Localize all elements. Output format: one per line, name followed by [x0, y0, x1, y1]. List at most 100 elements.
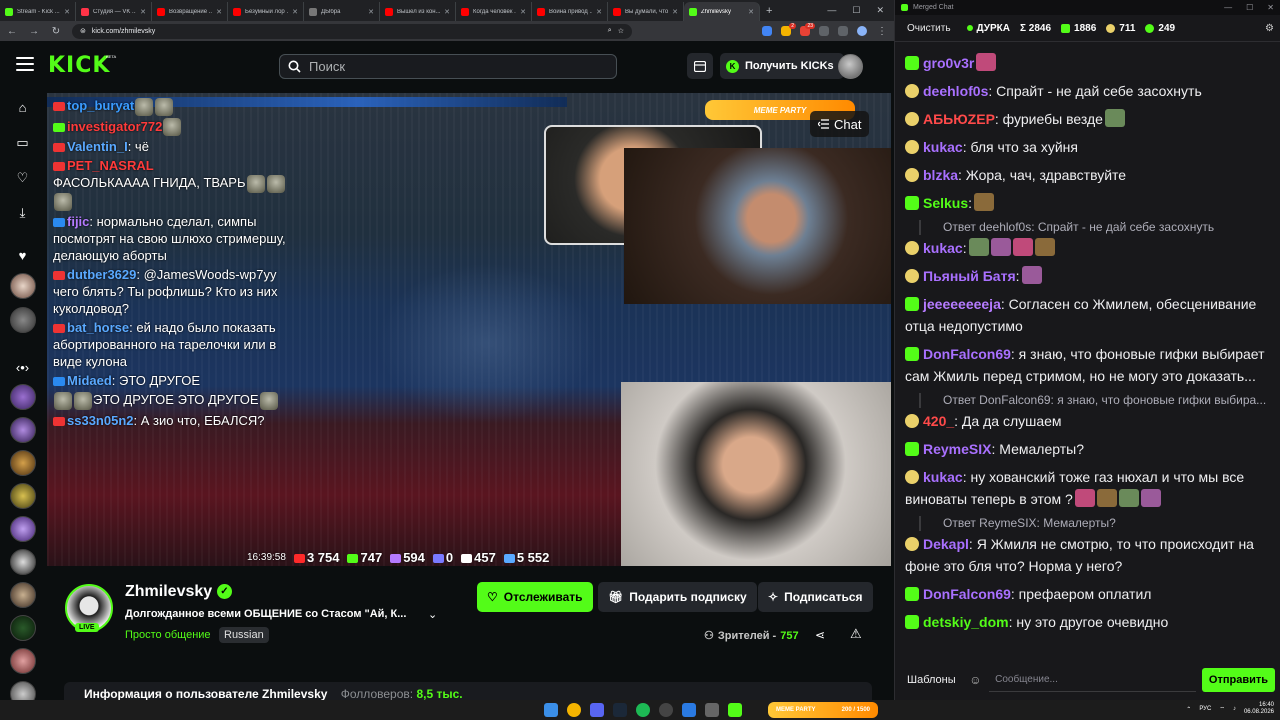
chevron-down-icon[interactable]: ⌄	[428, 608, 437, 621]
chat-toggle-button[interactable]: Chat	[810, 111, 870, 137]
chat-username[interactable]: Selkus	[923, 195, 968, 211]
chat-message[interactable]: Пьяный Батя:	[905, 265, 1271, 287]
close-tab-icon[interactable]: ✕	[672, 8, 678, 16]
close-tab-icon[interactable]: ✕	[748, 8, 754, 16]
chat-username[interactable]: blzka	[923, 167, 958, 183]
chat-username[interactable]: Пьяный Батя	[923, 268, 1016, 284]
taskbar-clock[interactable]: 16:40 06.08.2026	[1244, 702, 1274, 716]
channel-avatar[interactable]	[10, 450, 36, 476]
maximize-icon[interactable]: ☐	[852, 5, 860, 16]
chat-message[interactable]: kukac: бля что за хуйня	[905, 136, 1271, 158]
forward-icon[interactable]: →	[28, 26, 40, 37]
spotify-icon[interactable]	[636, 703, 650, 717]
profile-icon[interactable]	[857, 26, 867, 36]
user-avatar[interactable]	[838, 54, 863, 79]
followed-channel-avatar[interactable]	[10, 307, 36, 333]
browser-tab[interactable]: ДЫбра ✕	[304, 2, 380, 21]
chat-message[interactable]: Dekapl: Я Жмиля не смотрю, то что происх…	[905, 533, 1271, 577]
channel-avatar[interactable]	[10, 384, 36, 410]
stream-video-player[interactable]: top_buryat investigator772 Valentin_I: ч…	[47, 93, 891, 566]
followed-heart-icon[interactable]: ♥	[14, 247, 31, 264]
message-input[interactable]	[989, 667, 1196, 692]
extension-icon[interactable]: 2	[781, 23, 796, 36]
address-bar[interactable]: ⊜ kick.com/zhmilevsky ⌕ ☆	[72, 23, 632, 39]
chat-message[interactable]: kukac: ну хованский тоже газ нюхал и что…	[905, 466, 1271, 510]
telegram-icon[interactable]	[682, 703, 696, 717]
channel-avatar[interactable]	[10, 516, 36, 542]
get-kicks-button[interactable]: K Получить KICKs	[720, 53, 844, 79]
browser-tab[interactable]: Вы думали, что ...✕	[608, 2, 684, 21]
close-tab-icon[interactable]: ✕	[444, 8, 450, 16]
chat-username[interactable]: deehlof0s	[923, 83, 988, 99]
emoji-icon[interactable]: ☺	[968, 672, 983, 688]
new-tab-button[interactable]: +	[760, 5, 778, 17]
reload-icon[interactable]: ↻	[50, 26, 62, 37]
chat-message[interactable]: kukac:	[905, 237, 1271, 259]
chat-message[interactable]: deehlof0s: Спрайт - не дай себе засохнут…	[905, 80, 1271, 102]
browser-menu-icon[interactable]: ⋮	[876, 26, 888, 37]
browser-tab[interactable]: Безумный лор ... ✕	[228, 2, 304, 21]
chat-message[interactable]: ReymeSIX: Мемалерты?	[905, 438, 1271, 460]
kick-logo[interactable]: KICK	[48, 53, 110, 78]
browse-icon[interactable]: ▭	[14, 134, 31, 151]
followed-channel-avatar[interactable]	[10, 273, 36, 299]
search-box[interactable]: Поиск	[279, 54, 617, 79]
site-info-icon[interactable]: ⊜	[80, 27, 86, 35]
follow-button[interactable]: ♡ Отслеживать	[477, 582, 593, 612]
chat-message[interactable]: АБЬЮZЕР: фуриебы везде	[905, 108, 1271, 130]
chat-message[interactable]: Selkus:	[905, 192, 1271, 214]
chat-username[interactable]: jeeeeeeeeja	[923, 296, 1001, 312]
maximize-icon[interactable]: ☐	[1246, 3, 1253, 12]
library-button[interactable]	[687, 53, 713, 79]
chat-message[interactable]: DonFalcon69: я знаю, что фоновые гифки в…	[905, 343, 1271, 387]
chat-message[interactable]: blzka: Жора, чач, здравствуйте	[905, 164, 1271, 186]
stream-category[interactable]: Просто общение	[125, 629, 211, 641]
browser-tab[interactable]: Stream - Kick ... ✕	[0, 2, 76, 21]
browser-tab[interactable]: Zhmilevsky ✕	[684, 2, 760, 21]
chat-username[interactable]: ReymeSIX	[923, 441, 991, 457]
gear-icon[interactable]: ⚙	[1265, 23, 1274, 34]
subscribe-button[interactable]: ✧ Подписаться	[758, 582, 873, 612]
browser-tab[interactable]: Возвращение ... ✕	[152, 2, 228, 21]
chat-message[interactable]: gro0v3r	[905, 52, 1271, 74]
channel-name[interactable]: Zhmilevsky	[125, 583, 212, 601]
zoom-icon[interactable]: ⌕	[608, 27, 612, 35]
close-tab-icon[interactable]: ✕	[292, 8, 298, 16]
close-tab-icon[interactable]: ✕	[64, 8, 70, 16]
chat-messages[interactable]: gro0v3r deehlof0s: Спрайт - не дай себе з…	[895, 44, 1280, 660]
close-tab-icon[interactable]: ✕	[520, 8, 526, 16]
chat-message[interactable]: detskiy_dom: ну это другое очевидно	[905, 611, 1271, 633]
chat-username[interactable]: DonFalcon69	[923, 586, 1011, 602]
bookmark-star-icon[interactable]: ☆	[618, 27, 624, 35]
channel-avatar[interactable]	[10, 681, 36, 700]
chat-message[interactable]: jeeeeeeeeja: Согласен со Жмилем, обесцен…	[905, 293, 1271, 337]
send-button[interactable]: Отправить	[1201, 667, 1275, 692]
following-heart-icon[interactable]: ♡	[14, 169, 31, 186]
steam-icon[interactable]	[613, 703, 627, 717]
chat-username[interactable]: kukac	[923, 139, 963, 155]
chat-username[interactable]: kukac	[923, 469, 963, 485]
chat-username[interactable]: detskiy_dom	[923, 614, 1009, 630]
chat-message[interactable]: 420_: Да да слушаем	[905, 410, 1271, 432]
volume-icon[interactable]: ♪	[1233, 706, 1236, 712]
chat-message[interactable]: DonFalcon69: префаером оплатил	[905, 583, 1271, 605]
extension-icon[interactable]	[762, 26, 772, 36]
language-indicator[interactable]: РУС	[1199, 706, 1211, 712]
channel-avatar[interactable]	[10, 648, 36, 674]
discord-icon[interactable]	[590, 703, 604, 717]
chat-username[interactable]: 420_	[923, 413, 954, 429]
app-icon[interactable]	[705, 703, 719, 717]
close-tab-icon[interactable]: ✕	[140, 8, 146, 16]
clear-button[interactable]: Очистить	[901, 21, 957, 36]
chrome-icon[interactable]	[567, 703, 581, 717]
chat-username[interactable]: Dekapl	[923, 536, 969, 552]
browser-tab[interactable]: Вышел из кон... ✕	[380, 2, 456, 21]
obs-icon[interactable]	[659, 703, 673, 717]
home-icon[interactable]: ⌂	[14, 99, 31, 116]
close-icon[interactable]: ✕	[1267, 3, 1274, 12]
tray-chevron-icon[interactable]: ⌃	[1186, 706, 1191, 713]
close-icon[interactable]: ✕	[876, 5, 884, 16]
app-icon[interactable]	[728, 703, 742, 717]
minimize-icon[interactable]: —	[827, 5, 836, 16]
extensions-puzzle-icon[interactable]	[819, 26, 829, 36]
